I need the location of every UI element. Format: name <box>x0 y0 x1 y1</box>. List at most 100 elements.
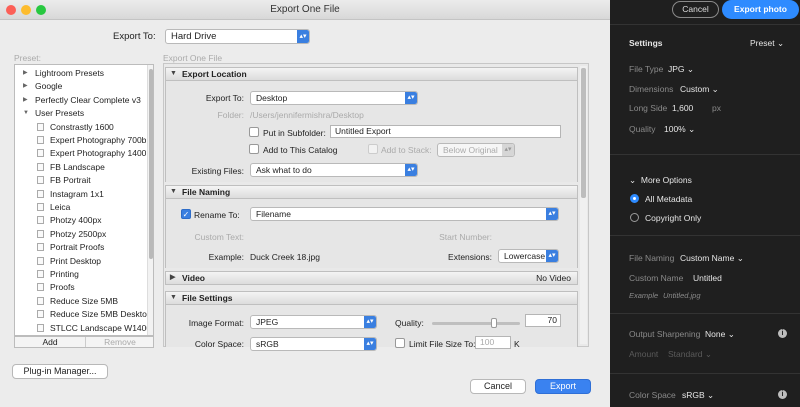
quality-dropdown[interactable]: 100% ⌄ <box>664 124 695 135</box>
limit-size-checkbox[interactable] <box>395 338 405 348</box>
preset-item[interactable]: Expert Photography 1400 <box>15 147 147 159</box>
export-button[interactable]: Export <box>535 379 591 394</box>
export-to-label: Export To: <box>113 31 156 42</box>
video-header[interactable]: ▶ Video No Video <box>165 271 578 285</box>
extensions-value: Lowercase <box>504 251 546 261</box>
file-type-dropdown[interactable]: JPG ⌄ <box>668 64 694 75</box>
plugin-manager-button[interactable]: Plug-in Manager... <box>12 364 108 379</box>
preset-item[interactable]: Instagram 1x1 <box>15 188 147 200</box>
chevron-down-icon: ⌄ <box>736 253 744 263</box>
panel-cancel-button[interactable]: Cancel <box>672 1 719 18</box>
sharpening-info-icon[interactable]: i <box>778 329 787 338</box>
remove-preset-button[interactable]: Remove <box>85 337 154 347</box>
add-to-catalog-label: Add to This Catalog <box>263 145 338 155</box>
disclosure-down-icon: ▼ <box>170 294 177 301</box>
preset-item-label: Google <box>35 81 63 92</box>
preset-item[interactable]: FB Portrait <box>15 174 147 186</box>
file-naming-label: File Naming <box>629 253 675 263</box>
preset-item[interactable]: Expert Photography 700b <box>15 134 147 146</box>
preset-folder[interactable]: ▼ User Presets <box>15 107 147 119</box>
preset-item[interactable]: STLCC Landscape W1400 <box>15 322 147 334</box>
subfolder-input[interactable]: Untitled Export <box>330 125 561 138</box>
preset-item[interactable]: Printing <box>15 268 147 280</box>
preset-item[interactable]: Proofs <box>15 281 147 293</box>
preset-item[interactable]: Print Desktop <box>15 255 147 267</box>
preset-list-scrollbar[interactable] <box>147 65 153 335</box>
image-format-dropdown[interactable]: JPEG ▴▾ <box>250 315 377 329</box>
amount-value: Standard <box>668 349 703 359</box>
file-naming-value: Custom Name <box>680 253 735 263</box>
subfolder-checkbox[interactable] <box>249 127 259 137</box>
preset-item[interactable]: Leica <box>15 201 147 213</box>
preset-folder[interactable]: ▶ Perfectly Clear Complete v3 <box>15 94 147 106</box>
preset-item[interactable]: Reduce Size 5MB <box>15 295 147 307</box>
quality-input[interactable]: 70 <box>525 314 561 327</box>
export-to-value: Hard Drive <box>171 31 217 42</box>
minimize-window-icon[interactable] <box>21 5 31 15</box>
file-naming-dropdown[interactable]: Custom Name ⌄ <box>680 253 744 264</box>
chevron-updown-icon: ▴▾ <box>546 250 558 262</box>
quality-slider-thumb[interactable] <box>490 318 497 328</box>
file-settings-header[interactable]: ▼ File Settings <box>165 291 578 305</box>
add-to-stack-checkbox[interactable] <box>368 144 378 154</box>
preset-item[interactable]: FB Landscape <box>15 161 147 173</box>
file-type-label: File Type <box>629 64 664 74</box>
limit-size-input[interactable]: 100 <box>475 336 511 349</box>
file-naming-header[interactable]: ▼ File Naming <box>165 185 578 199</box>
close-window-icon[interactable] <box>6 5 16 15</box>
preset-item-label: User Presets <box>35 108 85 119</box>
settings-scroll-thumb[interactable] <box>581 68 586 198</box>
export-to-dropdown[interactable]: Hard Drive ▴▾ <box>165 29 310 44</box>
color-space-value: sRGB <box>256 339 279 349</box>
zoom-window-icon[interactable] <box>36 5 46 15</box>
stack-position-dropdown[interactable]: Below Original ▴▾ <box>437 143 515 157</box>
quality-slider[interactable] <box>432 318 520 328</box>
add-preset-button[interactable]: Add <box>15 337 85 347</box>
color-space-dropdown[interactable]: sRGB ▴▾ <box>250 337 377 351</box>
preset-folder[interactable]: ▶ Google <box>15 80 147 92</box>
all-metadata-radio[interactable] <box>630 194 639 203</box>
rename-dropdown[interactable]: Filename ▴▾ <box>250 207 559 221</box>
preset-panel-label: Export One File <box>163 53 223 63</box>
export-location-header[interactable]: ▼ Export Location <box>165 67 578 81</box>
custom-name-input[interactable]: Untitled <box>693 273 722 283</box>
add-to-catalog-checkbox[interactable] <box>249 144 259 154</box>
preset-item[interactable]: Photzy 400px <box>15 214 147 226</box>
chevron-updown-icon: ▴▾ <box>364 316 376 328</box>
preset-item-label: Reduce Size 5MB Desktop <box>50 309 147 320</box>
extensions-dropdown[interactable]: Lowercase ▴▾ <box>498 249 559 263</box>
start-number-label: Start Number: <box>439 232 492 242</box>
settings-scrollbar[interactable] <box>580 66 587 344</box>
cancel-button[interactable]: Cancel <box>470 379 526 394</box>
copyright-only-radio[interactable] <box>630 213 639 222</box>
existing-files-dropdown[interactable]: Ask what to do ▴▾ <box>250 163 418 177</box>
output-sharpening-dropdown[interactable]: None ⌄ <box>705 329 735 340</box>
preset-item[interactable]: Portrait Proofs <box>15 241 147 253</box>
add-to-stack-label: Add to Stack: <box>381 145 432 155</box>
amount-dropdown[interactable]: Standard ⌄ <box>668 349 712 360</box>
location-export-to-dropdown[interactable]: Desktop ▴▾ <box>250 91 418 105</box>
color-space-info-icon[interactable]: i <box>778 390 787 399</box>
chevron-down-icon: ⌄ <box>711 84 719 94</box>
naming-example-value: Untitled.jpg <box>663 291 701 300</box>
long-side-input[interactable]: 1,600 <box>672 103 693 113</box>
divider <box>610 24 800 25</box>
more-options-toggle[interactable]: ⌄ More Options <box>629 175 692 186</box>
preset-folder[interactable]: ▶ Lightroom Presets <box>15 67 147 79</box>
dimensions-dropdown[interactable]: Custom ⌄ <box>680 84 719 95</box>
preset-item[interactable]: Constrastly 1600 <box>15 121 147 133</box>
preset-file-icon <box>37 176 44 185</box>
preset-item[interactable]: Reduce Size 5MB Desktop <box>15 308 147 320</box>
custom-text-label: Custom Text: <box>194 232 244 242</box>
panel-color-space-dropdown[interactable]: sRGB ⌄ <box>682 390 714 401</box>
preset-item[interactable]: Photzy 2500px <box>15 228 147 240</box>
rename-checkbox[interactable]: ✓ <box>181 209 191 219</box>
preset-list[interactable]: ▶ Lightroom Presets ▶ Google ▶ Perfectly Clea… <box>14 64 154 336</box>
export-photo-button[interactable]: Export photo <box>722 0 799 19</box>
preset-dropdown[interactable]: Preset ⌄ <box>750 38 784 49</box>
video-status: No Video <box>536 273 571 283</box>
chevron-down-icon: ⌄ <box>629 175 637 185</box>
scroll-thumb[interactable] <box>149 69 153 259</box>
export-dialog: Export One File Export To: Hard Drive ▴▾… <box>0 0 610 407</box>
preset-file-icon <box>37 162 44 171</box>
